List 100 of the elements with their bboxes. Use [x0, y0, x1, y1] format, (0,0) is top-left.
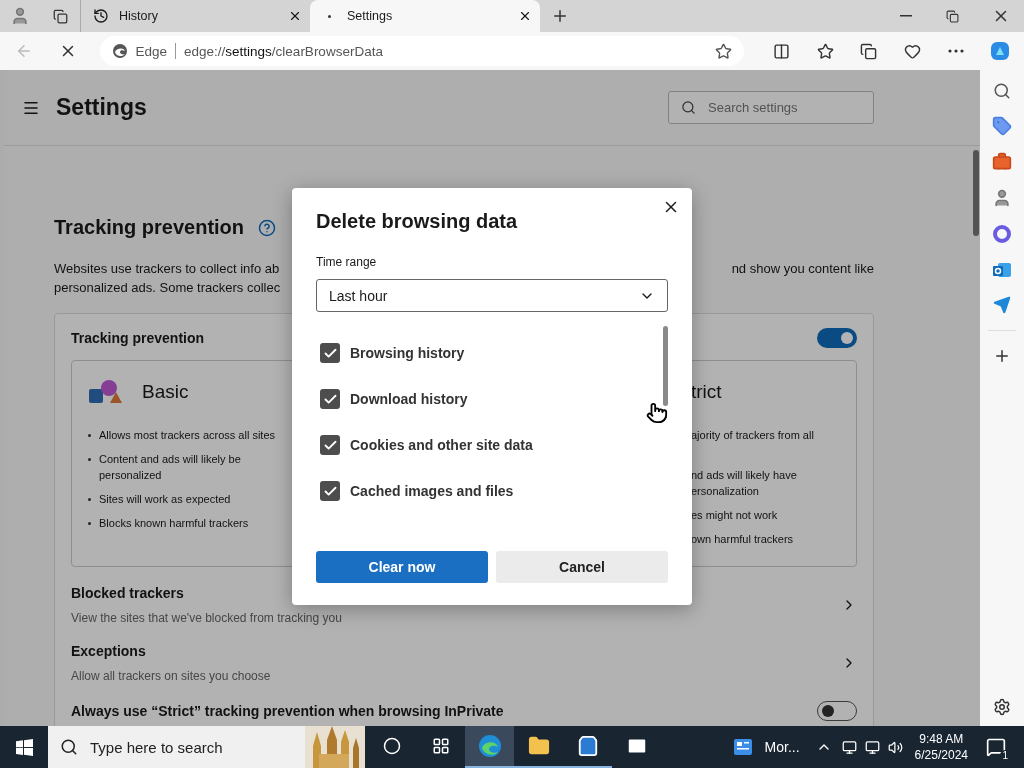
checkbox[interactable]	[320, 481, 340, 501]
settings-row[interactable]: Blocked trackers View the sites that we've blocked from tracking you	[71, 585, 857, 625]
person-icon	[10, 6, 30, 26]
more-icon	[948, 49, 965, 53]
cancel-button[interactable]: Cancel	[496, 551, 668, 583]
point-text: Blocks known harmful trackers	[99, 516, 249, 531]
level-title: trict	[691, 381, 722, 403]
time-range-dropdown[interactable]: Last hour	[316, 279, 668, 312]
toggle-switch[interactable]	[817, 701, 857, 721]
point-text: Allows most trackers across all sites	[99, 428, 276, 443]
intro-text: nd show you content like	[731, 261, 874, 278]
point-text: nd ads will likely have	[691, 468, 797, 483]
search-field[interactable]: Search settings	[668, 91, 874, 124]
notification-icon	[986, 737, 1006, 757]
url-text: edge://settings/clearBrowserData	[184, 43, 384, 59]
checkbox[interactable]	[320, 343, 340, 363]
settings-icon[interactable]	[993, 698, 1011, 716]
tab-title: History	[119, 9, 159, 23]
shopping-bag-icon	[576, 735, 599, 757]
settings-row[interactable]: Always use “Strict” tracking prevention when browsing InPrivate	[71, 701, 857, 721]
outlook-icon[interactable]	[992, 260, 1012, 280]
plus-icon	[551, 7, 569, 25]
notification-count: 1	[1000, 750, 1010, 761]
checkbox-label: Browsing history	[350, 345, 465, 361]
collections-icon	[860, 42, 878, 60]
search-icon[interactable]	[993, 82, 1011, 100]
circle-icon	[382, 737, 401, 755]
news-icon	[732, 738, 753, 756]
taskbar-search-field[interactable]: Type here to search	[48, 726, 365, 768]
hand-cursor-icon	[646, 402, 668, 424]
folder-icon	[527, 735, 550, 757]
help-icon[interactable]	[258, 218, 277, 237]
history-icon	[93, 8, 109, 24]
task-view-icon	[431, 737, 450, 755]
scrollbar-thumb[interactable]	[663, 326, 668, 406]
page-title: Settings	[56, 94, 148, 121]
search-placeholder: Type here to search	[90, 738, 223, 756]
intro-text: personalized ads. Some trackers collec	[54, 280, 281, 297]
clock-date: 6/25/2024	[914, 747, 968, 763]
scrollbar-thumb[interactable]	[973, 150, 979, 236]
field-label: Time range	[316, 255, 378, 269]
section-heading: Tracking prevention	[54, 216, 245, 239]
ring-icon[interactable]	[992, 224, 1012, 244]
close-icon[interactable]	[518, 9, 532, 23]
volume-icon[interactable]	[887, 739, 903, 755]
row-description: Allow all trackers on sites you choose	[71, 669, 271, 683]
add-icon[interactable]	[993, 347, 1011, 365]
point-text: Sites will work as expected	[99, 492, 231, 507]
search-icon	[60, 738, 78, 756]
bullet-icon	[88, 522, 91, 525]
intro-text: Websites use trackers to collect info ab	[54, 261, 280, 278]
search-icon	[681, 100, 696, 115]
shapes-icon	[88, 379, 122, 405]
point-text: ersonalization	[691, 484, 760, 499]
search-placeholder: Search settings	[708, 100, 798, 115]
notifications-button[interactable]: 1	[986, 737, 1006, 757]
bullet-icon	[88, 434, 91, 437]
level-title: Basic	[142, 381, 189, 403]
briefcase-icon[interactable]	[992, 152, 1012, 172]
weather-widget[interactable]: Mor...	[722, 738, 810, 756]
checkbox[interactable]	[320, 389, 340, 409]
person-icon[interactable]	[992, 188, 1012, 208]
split-screen-icon	[772, 42, 790, 60]
bullet-icon	[88, 498, 91, 501]
card-label: Tracking prevention	[71, 330, 205, 346]
tag-icon[interactable]	[992, 116, 1012, 136]
browser-tab[interactable]: Settings	[310, 0, 540, 32]
toggle-switch[interactable]	[817, 328, 857, 348]
row-title: Exceptions	[71, 643, 147, 659]
settings-row[interactable]: Exceptions Allow all trackers on sites you choose	[71, 643, 857, 683]
site-label: Edge	[135, 43, 168, 59]
row-description: View the sites that we've blocked from tracking you	[71, 611, 342, 625]
clock[interactable]: 9:48 AM 6/25/2024	[906, 731, 976, 763]
point-text: own harmful trackers	[691, 532, 794, 547]
dialog-title: Delete browsing data	[316, 210, 519, 233]
bullet-icon	[88, 458, 91, 461]
loading-dot-icon	[328, 14, 331, 18]
address-field[interactable]: Edge edge://settings/clearBrowserData	[99, 36, 744, 66]
restore-icon	[945, 9, 959, 23]
row-title: Always use “Strict” tracking prevention when browsing InPrivate	[71, 703, 504, 719]
favorite-star-icon[interactable]	[714, 42, 732, 60]
clear-button[interactable]: Clear now	[316, 551, 488, 583]
checkbox[interactable]	[320, 435, 340, 455]
copilot-icon	[989, 40, 1012, 62]
dropdown-value: Last hour	[329, 287, 388, 304]
wave-icon	[477, 734, 502, 758]
close-icon[interactable]	[288, 9, 302, 23]
row-title: Blocked trackers	[71, 585, 185, 601]
windows-icon	[15, 738, 33, 756]
star-icon	[816, 42, 834, 60]
point-text: ajority of trackers from all	[691, 428, 814, 443]
tabs-icon	[52, 8, 68, 24]
point-text: Content and ads will likely be personalized	[99, 452, 242, 483]
send-icon[interactable]	[993, 296, 1011, 314]
weather-text: Mor...	[764, 739, 800, 755]
heart-icon	[904, 42, 922, 60]
swirl-icon	[111, 43, 128, 59]
minimize-icon	[900, 15, 912, 17]
monitor-icon[interactable]	[841, 739, 857, 755]
point-text: es might not work	[691, 508, 778, 523]
